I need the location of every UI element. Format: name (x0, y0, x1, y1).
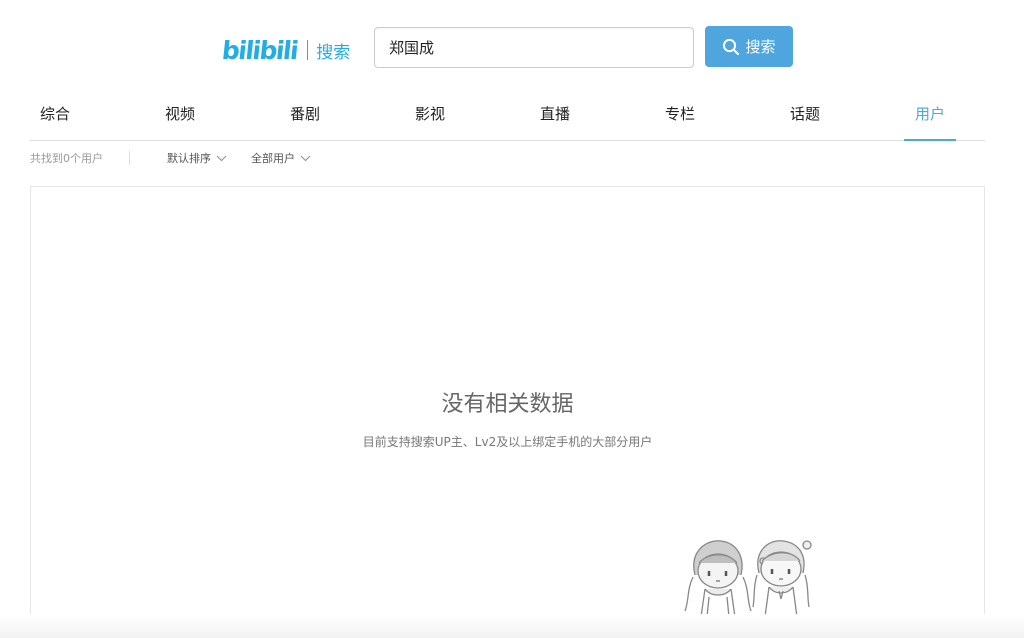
empty-state-description: 目前支持搜索UP主、Lv2及以上绑定手机的大部分用户 (362, 435, 653, 449)
tab-video[interactable]: 视频 (165, 96, 195, 140)
user-type-dropdown-label: 全部用户 (251, 152, 295, 165)
page-bottom-edge (0, 614, 1024, 638)
chevron-down-icon (216, 152, 227, 165)
logo-divider (307, 40, 309, 60)
tab-users[interactable]: 用户 (904, 96, 956, 141)
tab-topic[interactable]: 话题 (790, 96, 820, 140)
sort-dropdown[interactable]: 默认排序 (167, 150, 227, 166)
tab-bangumi[interactable]: 番剧 (290, 96, 320, 140)
user-type-dropdown[interactable]: 全部用户 (251, 150, 311, 166)
filter-divider (129, 151, 130, 165)
logo-subtitle: 搜索 (316, 42, 351, 63)
empty-state-illustration (683, 537, 818, 615)
sort-dropdown-label: 默认排序 (167, 152, 211, 165)
bilibili-search-logo[interactable]: bilibili 搜索 (220, 32, 351, 68)
results-panel: 没有相关数据 目前支持搜索UP主、Lv2及以上绑定手机的大部分用户 (30, 186, 985, 616)
filter-bar: 共找到0个用户 默认排序 全部用户 (30, 148, 335, 168)
chevron-down-icon (300, 152, 311, 165)
search-input[interactable] (374, 27, 694, 68)
logo-text: bilibili (220, 35, 299, 65)
tab-all[interactable]: 综合 (40, 96, 70, 140)
tab-article[interactable]: 专栏 (665, 96, 695, 140)
search-button-label: 搜索 (745, 38, 776, 56)
tab-live[interactable]: 直播 (540, 96, 570, 140)
search-button[interactable]: 搜索 (705, 26, 793, 67)
search-page: bilibili 搜索 搜索 综合 视频 番剧 影视 直播 专栏 话题 用户 共… (0, 0, 1024, 638)
tab-film[interactable]: 影视 (415, 96, 445, 140)
result-count: 共找到0个用户 (30, 152, 103, 165)
empty-state-title: 没有相关数据 (441, 392, 574, 417)
search-icon (722, 38, 740, 56)
search-category-tabs: 综合 视频 番剧 影视 直播 专栏 话题 用户 (30, 96, 985, 141)
